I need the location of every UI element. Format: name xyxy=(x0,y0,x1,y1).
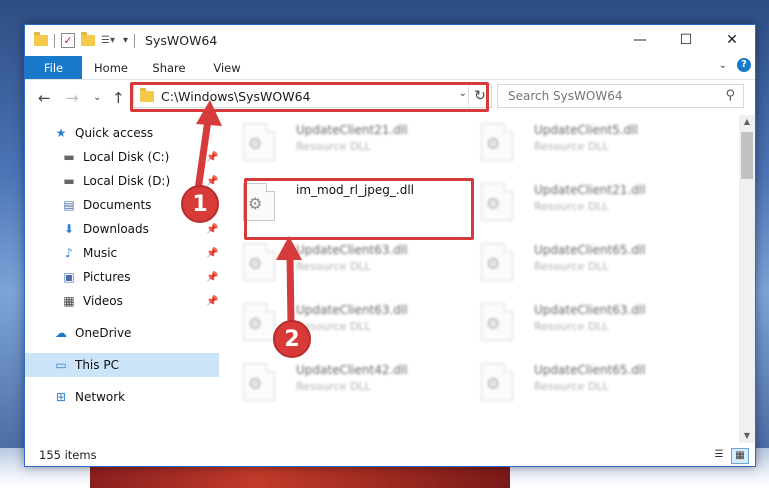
arrow-to-file xyxy=(276,236,302,329)
annotation-arrows xyxy=(194,100,302,329)
arrow-to-address xyxy=(194,100,222,194)
callout-step-1: 1 xyxy=(181,185,219,223)
callout-step-2: 2 xyxy=(273,320,311,358)
